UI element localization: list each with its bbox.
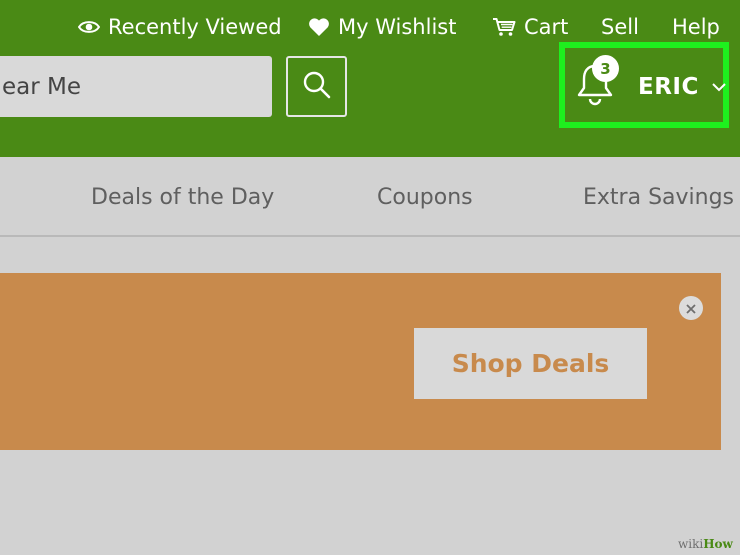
shop-deals-button[interactable]: Shop Deals <box>414 328 647 399</box>
sell-label: Sell <box>601 15 639 39</box>
search-input[interactable] <box>0 56 272 117</box>
heart-icon <box>308 17 330 37</box>
close-icon <box>686 299 696 318</box>
search-icon <box>302 70 332 104</box>
cart-label: Cart <box>524 15 569 39</box>
my-wishlist-label: My Wishlist <box>338 15 457 39</box>
chevron-down-icon <box>711 82 727 92</box>
bell-icon <box>575 64 615 110</box>
my-wishlist-link[interactable]: My Wishlist <box>308 11 456 43</box>
watermark-suffix: How <box>703 537 733 551</box>
cart-link[interactable]: Cart <box>492 11 568 43</box>
wikihow-watermark: wikiHow <box>678 537 733 554</box>
nav-coupons[interactable]: Coupons <box>377 181 473 213</box>
nav-extra-savings[interactable]: Extra Savings <box>583 181 734 213</box>
help-link[interactable]: Help <box>672 11 720 43</box>
notification-count-badge: 3 <box>592 55 619 82</box>
category-nav: Deals of the Day Coupons Extra Savings <box>0 157 740 237</box>
sell-link[interactable]: Sell <box>601 11 639 43</box>
site-header: Recently Viewed My Wishlist Cart Sell He… <box>0 0 740 157</box>
recently-viewed-label: Recently Viewed <box>108 15 282 39</box>
cart-icon <box>492 17 516 37</box>
recently-viewed-link[interactable]: Recently Viewed <box>78 11 282 43</box>
watermark-prefix: wiki <box>678 537 704 551</box>
help-label: Help <box>672 15 720 39</box>
user-menu[interactable]: ERIC <box>638 70 727 104</box>
nav-deals-of-the-day[interactable]: Deals of the Day <box>91 181 274 213</box>
search-button[interactable] <box>286 56 347 117</box>
top-links-bar: Recently Viewed My Wishlist Cart Sell He… <box>0 11 740 43</box>
banner-close-button[interactable] <box>679 296 703 320</box>
user-name: ERIC <box>638 74 699 100</box>
promo-banner: Shop Deals <box>0 273 721 450</box>
eye-icon <box>78 19 100 35</box>
